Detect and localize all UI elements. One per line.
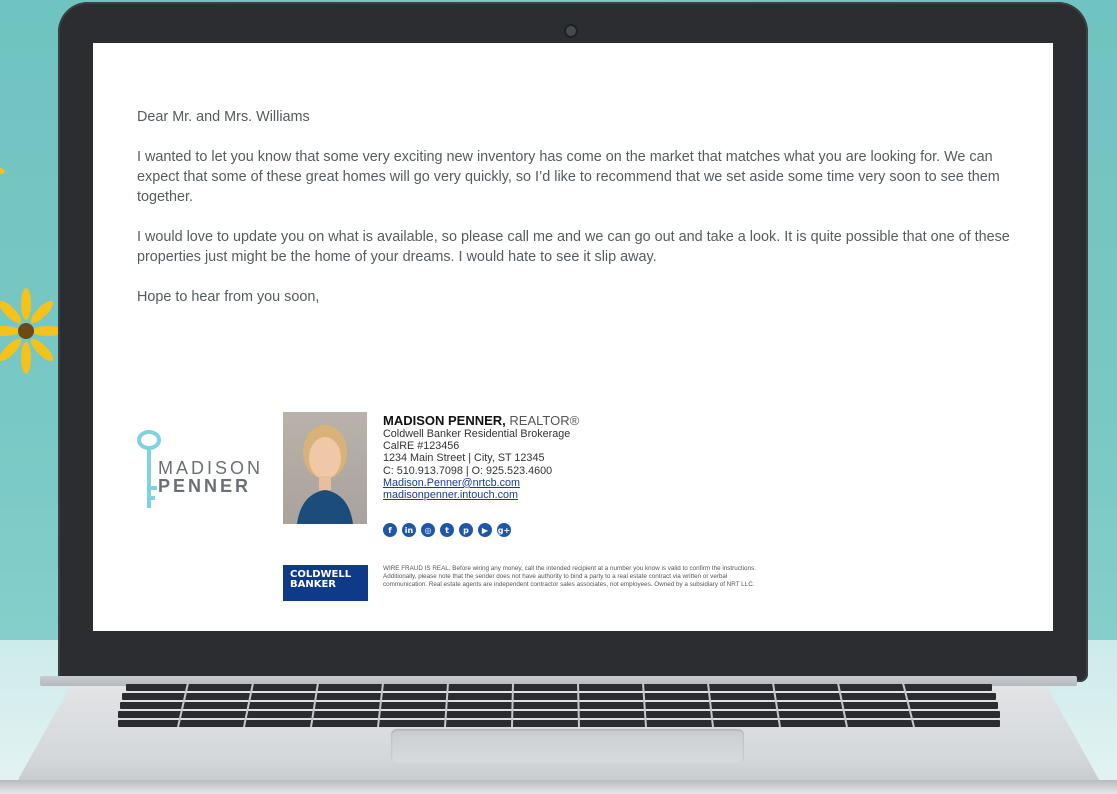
agent-logo: MADISON PENNER [136, 428, 286, 513]
agent-email-link[interactable]: Madison.Penner@nrtcb.com [383, 477, 520, 489]
social-icons: f in ◎ t p ▶ g+ [383, 523, 511, 537]
agent-website-link[interactable]: madisonpenner.intouch.com [383, 489, 518, 501]
agent-address: 1234 Main Street | City, ST 12345 [383, 452, 545, 465]
letter-greeting: Dear Mr. and Mrs. Williams [137, 109, 310, 125]
trackpad[interactable] [391, 729, 744, 763]
letter-paragraph-1: I wanted to let you know that some very … [137, 149, 1000, 205]
agent-title: REALTOR® [509, 413, 580, 428]
linkedin-icon[interactable]: in [402, 523, 416, 537]
email-body: Dear Mr. and Mrs. Williams I wanted to l… [137, 107, 1017, 327]
webcam-icon [564, 24, 578, 38]
agent-name: MADISON PENNER, REALTOR® [383, 413, 683, 428]
cb-logo-line2: BANKER [290, 579, 337, 590]
pinterest-icon[interactable]: p [459, 523, 473, 537]
coldwell-banker-logo: COLDWELL BANKER [283, 565, 368, 601]
twitter-icon[interactable]: t [440, 523, 454, 537]
agent-phones: C: 510.913.7098 | O: 925.523.4600 [383, 464, 553, 477]
agent-name-text: MADISON PENNER, [383, 413, 506, 428]
agent-photo [283, 412, 367, 524]
keyboard [118, 683, 1000, 727]
letter-paragraph-2: I would love to update you on what is av… [137, 229, 1010, 265]
logo-penner: PENNER [158, 476, 252, 496]
agent-license: CalRE #123456 [383, 440, 460, 453]
email-screen: Dear Mr. and Mrs. Williams I wanted to l… [93, 43, 1053, 631]
letter-closing: Hope to hear from you soon, [137, 289, 320, 305]
laptop-front-edge [0, 780, 1117, 794]
facebook-icon[interactable]: f [383, 523, 397, 537]
agent-company: Coldwell Banker Residential Brokerage [383, 428, 571, 440]
google-plus-icon[interactable]: g+ [497, 523, 511, 537]
wire-fraud-disclaimer: WIRE FRAUD IS REAL. Before wiring any mo… [383, 565, 756, 589]
flower-top-left [0, 165, 5, 175]
flower-mid-left [0, 288, 62, 374]
youtube-icon[interactable]: ▶ [478, 523, 492, 537]
instagram-icon[interactable]: ◎ [421, 523, 435, 537]
signature-details: MADISON PENNER, REALTOR® Coldwell Banker… [383, 413, 683, 501]
